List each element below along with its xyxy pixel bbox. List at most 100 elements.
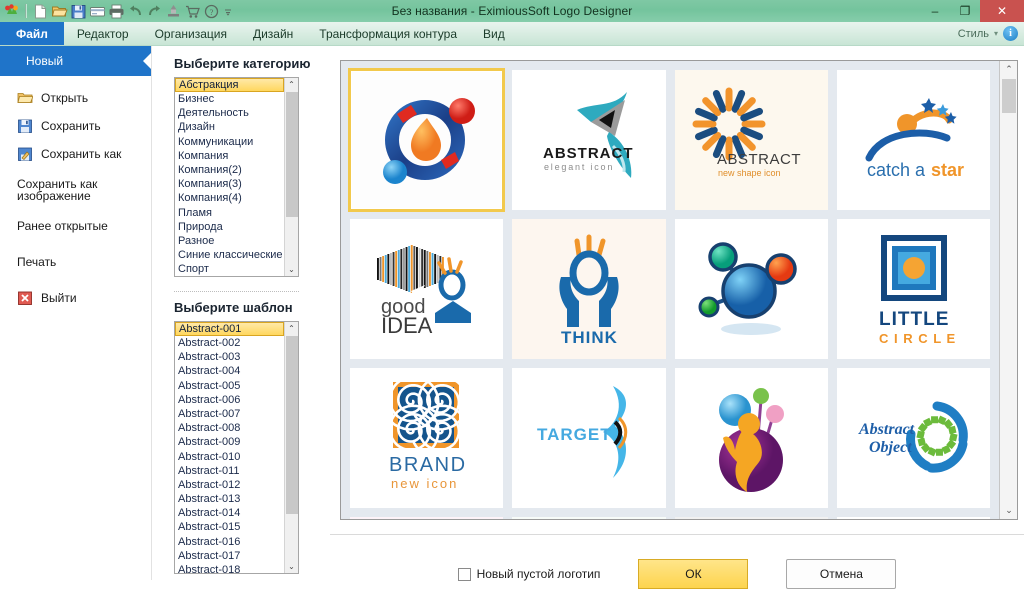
template-item[interactable]: Abstract-017 — [175, 549, 284, 563]
category-item[interactable]: Природа — [175, 220, 284, 234]
template-preview-grid[interactable]: ABSTRACT elegant icon ABSTRACT new shape … — [340, 60, 1018, 520]
template-thumbnail[interactable] — [674, 368, 828, 508]
template-thumbnail[interactable] — [350, 517, 504, 519]
template-item[interactable]: Abstract-016 — [175, 535, 284, 549]
template-thumbnail[interactable]: Abstract Object — [836, 368, 990, 508]
template-item[interactable]: Abstract-008 — [175, 421, 284, 435]
scroll-up-icon[interactable]: ⌃ — [1000, 61, 1017, 78]
menu-item-file[interactable]: Файл — [0, 22, 64, 45]
category-item[interactable]: Разное — [175, 234, 284, 248]
template-thumbnail[interactable]: BRAND new icon — [350, 368, 504, 508]
menu-bar-right: Стиль ▾ i — [958, 22, 1024, 45]
scroll-down-icon[interactable]: ⌄ — [285, 560, 299, 573]
category-item[interactable]: Дизайн — [175, 120, 284, 134]
template-thumbnail[interactable]: catch a star — [836, 70, 990, 210]
ok-button[interactable]: ОК — [638, 559, 749, 589]
sidebar-item-label: Открыть — [41, 91, 89, 105]
template-item[interactable]: Abstract-013 — [175, 492, 284, 506]
template-item[interactable]: Abstract-007 — [175, 407, 284, 421]
template-item[interactable]: Abstract-014 — [175, 506, 284, 520]
scroll-up-icon[interactable]: ⌃ — [285, 78, 299, 91]
template-item[interactable]: Abstract-018 — [175, 563, 284, 573]
sidebar-item-recent[interactable]: Ранее открытые — [0, 212, 151, 240]
sidebar-item-print[interactable]: Печать — [0, 248, 151, 276]
grid-scrollbar[interactable]: ⌃ ⌄ — [999, 61, 1017, 519]
template-thumbnail[interactable]: THINK — [512, 219, 666, 359]
selection-panel: Выберите категорию Абстракция Бизнес Деяте… — [152, 46, 330, 613]
template-thumbnail[interactable] — [836, 517, 990, 519]
minimize-button[interactable]: – — [920, 0, 950, 22]
template-item[interactable]: Abstract-005 — [175, 379, 284, 393]
template-item[interactable]: Abstract-011 — [175, 464, 284, 478]
template-item[interactable]: Abstract-006 — [175, 393, 284, 407]
sidebar-item-label: Ранее открытые — [17, 219, 108, 233]
cancel-button[interactable]: Отмена — [786, 559, 897, 589]
category-item[interactable]: Деятельность — [175, 106, 284, 120]
menu-item-design[interactable]: Дизайн — [240, 22, 306, 45]
scrollbar-thumb[interactable] — [286, 92, 298, 217]
template-item[interactable]: Abstract-003 — [175, 350, 284, 364]
category-list[interactable]: Абстракция Бизнес Деятельность Дизайн Коммун… — [175, 78, 284, 276]
template-item[interactable]: Abstract-009 — [175, 435, 284, 449]
blank-logo-checkbox[interactable] — [457, 567, 471, 581]
category-item[interactable]: Компания(2) — [175, 163, 284, 177]
category-item[interactable]: Спорт — [175, 262, 284, 276]
category-listbox[interactable]: Абстракция Бизнес Деятельность Дизайн Коммун… — [174, 77, 299, 277]
menu-item-view[interactable]: Вид — [470, 22, 518, 45]
sidebar-item-save-as-image[interactable]: Сохранить как изображение — [0, 176, 151, 204]
category-item[interactable]: Компания(3) — [175, 177, 284, 191]
sidebar-item-label: Сохранить — [41, 119, 101, 133]
category-item[interactable]: Бизнес — [175, 92, 284, 106]
menu-item-editor[interactable]: Редактор — [64, 22, 142, 45]
sidebar-item-exit[interactable]: Выйти — [0, 284, 151, 312]
template-list[interactable]: Abstract-001 Abstract-002 Abstract-003 Abst… — [175, 322, 284, 573]
template-thumbnail[interactable] — [674, 219, 828, 359]
category-scrollbar[interactable]: ⌃ ⌄ — [284, 78, 298, 276]
template-item[interactable]: Abstract-002 — [175, 336, 284, 350]
template-thumbnail[interactable] — [512, 517, 666, 519]
template-thumbnail[interactable] — [347, 68, 506, 212]
svg-text:star: star — [931, 160, 964, 180]
chevron-down-icon[interactable]: ▾ — [994, 29, 998, 38]
scroll-down-icon[interactable]: ⌄ — [1000, 502, 1017, 519]
scroll-up-icon[interactable]: ⌃ — [285, 322, 299, 335]
scrollbar-thumb[interactable] — [286, 336, 298, 514]
exit-icon — [17, 290, 33, 306]
menu-bar: Файл Редактор Организация Дизайн Трансфо… — [0, 22, 1024, 46]
template-item[interactable]: Abstract-012 — [175, 478, 284, 492]
sidebar-item-save-as[interactable]: Сохранить как — [0, 140, 151, 168]
template-thumbnail[interactable]: LITTLE C I R C L E — [836, 219, 990, 359]
category-item[interactable]: Компания — [175, 149, 284, 163]
sidebar-item-label: Новый — [26, 54, 64, 68]
info-icon[interactable]: i — [1003, 26, 1018, 41]
template-item[interactable]: Abstract-015 — [175, 520, 284, 534]
template-thumbnail[interactable]: ABSTRACT new shape icon — [674, 70, 828, 210]
template-thumbnail[interactable]: TARGET — [512, 368, 666, 508]
category-item[interactable]: Коммуникации — [175, 135, 284, 149]
template-item[interactable]: Abstract-001 — [175, 322, 284, 336]
template-thumbnail[interactable]: ABSTRACT elegant icon — [512, 70, 666, 210]
sidebar-item-open[interactable]: Открыть — [0, 84, 151, 112]
category-item[interactable]: Абстракция — [175, 78, 284, 92]
svg-text:new shape icon: new shape icon — [718, 168, 781, 178]
template-scrollbar[interactable]: ⌃ ⌄ — [284, 322, 298, 573]
svg-text:Object: Object — [869, 439, 912, 456]
restore-button[interactable]: ❐ — [950, 0, 980, 22]
category-item[interactable]: Компания(4) — [175, 191, 284, 205]
sidebar-item-new[interactable]: Новый — [0, 46, 151, 76]
style-label[interactable]: Стиль — [958, 28, 989, 40]
sidebar-item-save[interactable]: Сохранить — [0, 112, 151, 140]
template-thumbnail[interactable]: good IDEA — [350, 219, 504, 359]
template-thumbnail[interactable] — [674, 517, 828, 519]
template-item[interactable]: Abstract-004 — [175, 364, 284, 378]
menu-item-organization[interactable]: Организация — [142, 22, 240, 45]
category-item[interactable]: Синие классические — [175, 248, 284, 262]
scrollbar-thumb[interactable] — [1002, 79, 1016, 113]
scroll-down-icon[interactable]: ⌄ — [285, 263, 299, 276]
menu-item-path-transform[interactable]: Трансформация контура — [306, 22, 470, 45]
category-item[interactable]: Пламя — [175, 206, 284, 220]
template-listbox[interactable]: Abstract-001 Abstract-002 Abstract-003 Abst… — [174, 321, 299, 574]
blank-logo-checkbox-wrap[interactable]: Новый пустой логотип — [457, 567, 600, 581]
close-button[interactable]: ✕ — [980, 0, 1024, 22]
template-item[interactable]: Abstract-010 — [175, 450, 284, 464]
